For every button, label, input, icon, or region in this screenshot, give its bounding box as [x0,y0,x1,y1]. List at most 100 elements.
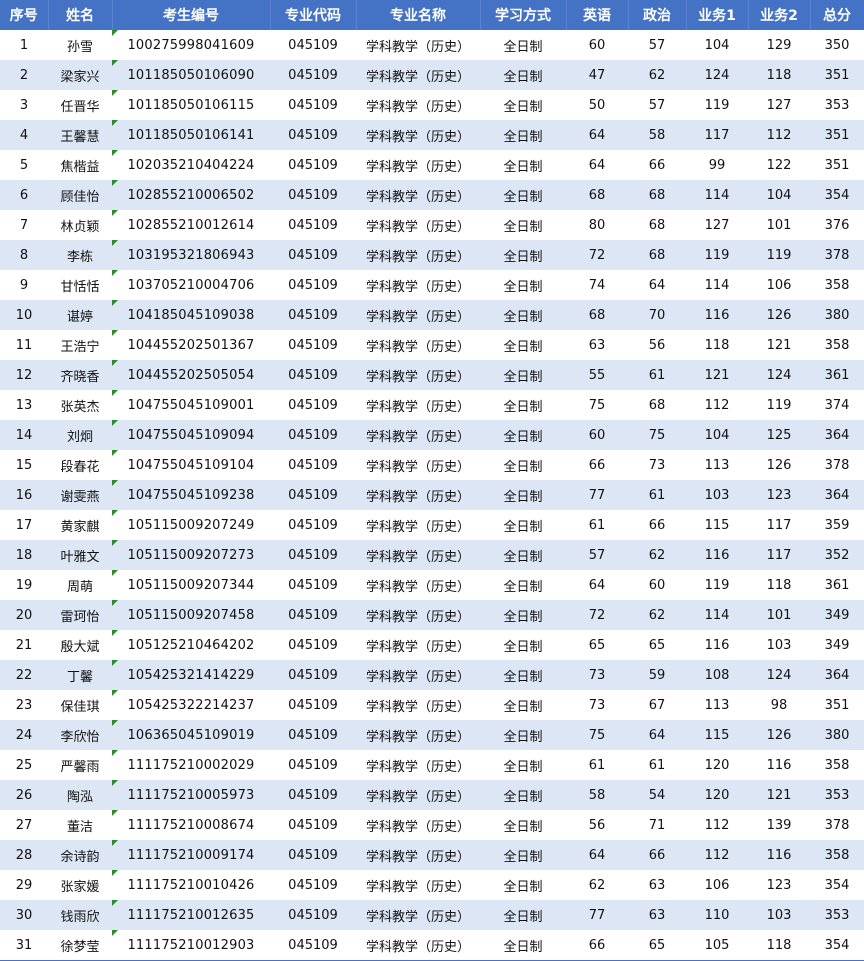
cell-seq[interactable]: 23 [0,690,48,720]
cell-subject2[interactable]: 119 [748,240,810,270]
cell-total[interactable]: 351 [810,60,864,90]
cell-name[interactable]: 谌婷 [48,300,112,330]
cell-major-code[interactable]: 045109 [270,270,356,300]
cell-total[interactable]: 380 [810,300,864,330]
cell-total[interactable]: 351 [810,690,864,720]
cell-name[interactable]: 段春花 [48,450,112,480]
cell-major-name[interactable]: 学科教学（历史） [356,510,480,540]
cell-study-mode[interactable]: 全日制 [480,480,566,510]
cell-english[interactable]: 68 [566,180,628,210]
cell-major-code[interactable]: 045109 [270,840,356,870]
cell-politics[interactable]: 63 [628,870,686,900]
cell-english[interactable]: 66 [566,930,628,960]
cell-politics[interactable]: 57 [628,90,686,120]
cell-politics[interactable]: 65 [628,930,686,960]
col-header-major-name[interactable]: 专业名称 [356,0,481,30]
cell-name[interactable]: 刘炯 [48,420,112,450]
cell-major-name[interactable]: 学科教学（历史） [356,780,480,810]
cell-total[interactable]: 374 [810,390,864,420]
cell-subject2[interactable]: 103 [748,900,810,930]
cell-subject2[interactable]: 139 [748,810,810,840]
cell-politics[interactable]: 75 [628,420,686,450]
cell-study-mode[interactable]: 全日制 [480,810,566,840]
cell-subject1[interactable]: 112 [686,390,748,420]
cell-politics[interactable]: 61 [628,750,686,780]
cell-english[interactable]: 64 [566,570,628,600]
cell-major-name[interactable]: 学科教学（历史） [356,630,480,660]
col-header-seq[interactable]: 序号 [0,0,49,30]
cell-subject1[interactable]: 112 [686,840,748,870]
cell-politics[interactable]: 71 [628,810,686,840]
cell-name[interactable]: 黄家麒 [48,510,112,540]
cell-english[interactable]: 56 [566,810,628,840]
cell-major-name[interactable]: 学科教学（历史） [356,330,480,360]
cell-subject2[interactable]: 101 [748,600,810,630]
cell-subject2[interactable]: 123 [748,480,810,510]
cell-seq[interactable]: 12 [0,360,48,390]
cell-seq[interactable]: 26 [0,780,48,810]
cell-major-name[interactable]: 学科教学（历史） [356,30,480,60]
cell-politics[interactable]: 62 [628,540,686,570]
col-header-study-mode[interactable]: 学习方式 [480,0,567,30]
cell-exam-id[interactable]: 111175210008674 [112,810,270,840]
cell-politics[interactable]: 57 [628,30,686,60]
cell-name[interactable]: 林贞颖 [48,210,112,240]
cell-english[interactable]: 55 [566,360,628,390]
cell-study-mode[interactable]: 全日制 [480,750,566,780]
cell-study-mode[interactable]: 全日制 [480,840,566,870]
col-header-politics[interactable]: 政治 [628,0,687,30]
cell-politics[interactable]: 64 [628,270,686,300]
cell-major-name[interactable]: 学科教学（历史） [356,900,480,930]
cell-subject2[interactable]: 98 [748,690,810,720]
cell-study-mode[interactable]: 全日制 [480,150,566,180]
cell-subject2[interactable]: 126 [748,720,810,750]
cell-total[interactable]: 364 [810,480,864,510]
cell-subject1[interactable]: 124 [686,60,748,90]
cell-total[interactable]: 364 [810,660,864,690]
cell-study-mode[interactable]: 全日制 [480,90,566,120]
cell-study-mode[interactable]: 全日制 [480,600,566,630]
cell-exam-id[interactable]: 102855210012614 [112,210,270,240]
cell-total[interactable]: 349 [810,600,864,630]
cell-major-code[interactable]: 045109 [270,30,356,60]
cell-subject2[interactable]: 112 [748,120,810,150]
cell-exam-id[interactable]: 111175210012903 [112,930,270,960]
cell-politics[interactable]: 73 [628,450,686,480]
cell-politics[interactable]: 61 [628,480,686,510]
cell-politics[interactable]: 65 [628,630,686,660]
cell-name[interactable]: 王浩宁 [48,330,112,360]
cell-major-code[interactable]: 045109 [270,900,356,930]
cell-subject1[interactable]: 127 [686,210,748,240]
cell-seq[interactable]: 14 [0,420,48,450]
cell-seq[interactable]: 7 [0,210,48,240]
cell-major-code[interactable]: 045109 [270,390,356,420]
cell-major-code[interactable]: 045109 [270,810,356,840]
cell-major-code[interactable]: 045109 [270,510,356,540]
cell-seq[interactable]: 17 [0,510,48,540]
cell-major-code[interactable]: 045109 [270,60,356,90]
cell-exam-id[interactable]: 100275998041609 [112,30,270,60]
cell-major-code[interactable]: 045109 [270,240,356,270]
cell-major-code[interactable]: 045109 [270,300,356,330]
cell-study-mode[interactable]: 全日制 [480,720,566,750]
cell-subject1[interactable]: 104 [686,420,748,450]
cell-seq[interactable]: 16 [0,480,48,510]
cell-english[interactable]: 68 [566,300,628,330]
cell-major-code[interactable]: 045109 [270,720,356,750]
cell-english[interactable]: 64 [566,840,628,870]
cell-subject2[interactable]: 126 [748,450,810,480]
cell-english[interactable]: 60 [566,420,628,450]
cell-subject2[interactable]: 123 [748,870,810,900]
cell-subject1[interactable]: 119 [686,90,748,120]
cell-major-name[interactable]: 学科教学（历史） [356,240,480,270]
cell-english[interactable]: 74 [566,270,628,300]
cell-total[interactable]: 352 [810,540,864,570]
cell-name[interactable]: 张家媛 [48,870,112,900]
cell-politics[interactable]: 64 [628,720,686,750]
cell-total[interactable]: 353 [810,900,864,930]
cell-english[interactable]: 47 [566,60,628,90]
cell-subject1[interactable]: 119 [686,240,748,270]
cell-seq[interactable]: 9 [0,270,48,300]
cell-major-code[interactable]: 045109 [270,120,356,150]
cell-name[interactable]: 丁馨 [48,660,112,690]
